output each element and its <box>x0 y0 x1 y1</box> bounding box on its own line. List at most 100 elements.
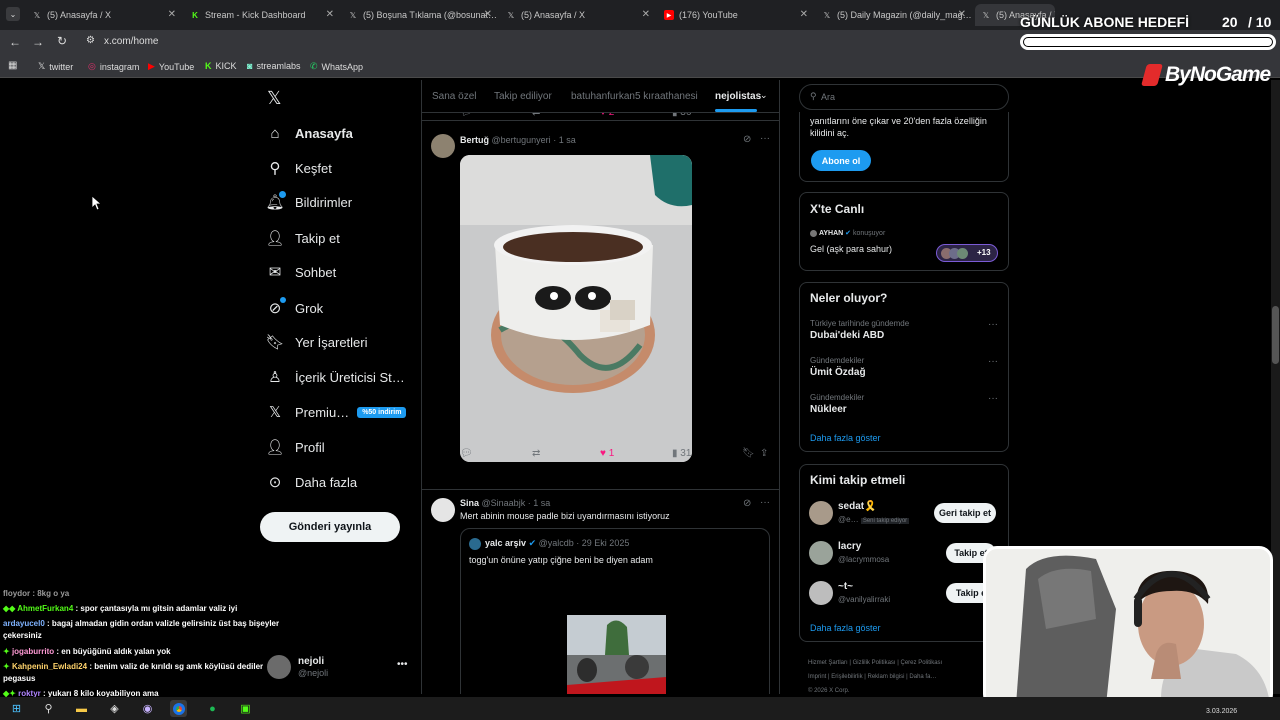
close-tab-icon[interactable]: ✕ <box>484 9 492 20</box>
footer-link[interactable]: Çerez Politikası <box>901 660 943 666</box>
browser-tab[interactable]: 𝕏 (5) Boşuna Tıklama (@bosunat… ✕ <box>342 4 498 26</box>
live-topic[interactable]: Gel (aşk para sahur) <box>810 244 892 254</box>
nav-item-premium[interactable]: 𝕏 Premiu… %50 indirim <box>266 400 407 424</box>
tab-nejolistas[interactable]: nejolistas <box>715 91 761 102</box>
site-info-icon[interactable]: ⚙ <box>86 35 95 46</box>
bookmark-whatsapp[interactable]: ✆ WhatsApp <box>310 61 363 72</box>
tab-following[interactable]: Takip ediliyor <box>494 91 552 102</box>
footer-link[interactable]: Erişilebilirlik <box>831 674 862 680</box>
spotify-icon[interactable]: ● <box>204 700 221 717</box>
tab-search-button[interactable]: ⌄ <box>6 7 20 21</box>
bookmark-icon[interactable]: 🔖︎ <box>742 448 755 459</box>
nav-item-grok[interactable]: ⊘ Grok <box>266 296 323 320</box>
like-button[interactable]: ♥ 1 <box>600 448 614 459</box>
reply-icon[interactable]: 💬︎ <box>460 448 473 459</box>
kick-app-icon[interactable]: ▣ <box>237 700 254 717</box>
browser-tab[interactable]: 𝕏 (5) Anasayfa / X ✕ <box>26 4 182 26</box>
trend-item[interactable]: Gündemdekiler Nükleer ··· <box>800 391 1008 423</box>
app-icon[interactable]: ◈ <box>106 700 123 717</box>
trends-show-more[interactable]: Daha fazla göster <box>810 433 881 443</box>
nav-item-more[interactable]: ⊙ Daha fazla <box>266 470 357 494</box>
bookmark-streamlabs[interactable]: ◙ streamlabs <box>247 61 300 71</box>
footer-link[interactable]: Reklam bilgisi <box>868 674 905 680</box>
post-sina[interactable]: Sina @Sinaabjk · 1 sa ⊘ ··· Mert abinin … <box>422 490 779 694</box>
nav-item-creator-studio[interactable]: ♙ İçerik Üreticisi St… <box>266 365 405 389</box>
footer-link[interactable]: Gizlilik Politikası <box>853 660 896 666</box>
follow-suggestion[interactable]: ~t~ @vanilyalirraki Takip e <box>800 579 1008 611</box>
apps-grid-icon[interactable]: ▦ <box>8 60 17 71</box>
discord-icon[interactable]: ◉ <box>139 700 156 717</box>
close-tab-icon[interactable]: ✕ <box>168 9 176 20</box>
bookmark-youtube[interactable]: ▶ YouTube <box>148 61 194 72</box>
search-box[interactable]: ⚲ Ara <box>799 84 1009 110</box>
close-tab-icon[interactable]: ✕ <box>958 9 966 20</box>
nav-item-explore[interactable]: ⚲ Keşfet <box>266 156 332 180</box>
share-icon[interactable]: ⇪ <box>760 448 768 459</box>
trend-item[interactable]: Gündemdekiler Ümit Özdağ ··· <box>800 354 1008 386</box>
x-logo-icon[interactable]: 𝕏 <box>267 88 282 109</box>
views-button[interactable]: ▮ 31 <box>672 448 691 459</box>
nav-item-home[interactable]: ⌂ Anasayfa <box>266 121 352 145</box>
avatar[interactable] <box>431 498 455 522</box>
bookmark-instagram[interactable]: ◎ instagram <box>88 61 139 72</box>
more-dots-icon[interactable]: ··· <box>988 356 998 367</box>
close-tab-icon[interactable]: ✕ <box>326 9 334 20</box>
search-icon[interactable]: ⚲ <box>40 700 57 717</box>
browser-tab[interactable]: 𝕏 (5) Anasayfa / X ✕ <box>500 4 656 26</box>
more-dots-icon[interactable]: ··· <box>760 133 770 144</box>
forward-arrow-icon[interactable]: → <box>32 35 44 49</box>
quote-video-thumbnail[interactable] <box>567 615 666 694</box>
close-tab-icon[interactable]: ✕ <box>800 9 808 20</box>
reload-icon[interactable]: ↻ <box>57 34 67 48</box>
live-listeners[interactable]: +13 <box>936 244 998 262</box>
chevron-down-icon[interactable]: ⌄ <box>760 90 768 101</box>
trend-item[interactable]: Türkiye tarihinde gündemde Dubai'deki AB… <box>800 317 1008 349</box>
nav-item-profile[interactable]: 👤︎ Profil <box>265 435 324 459</box>
more-dots-icon[interactable]: ··· <box>760 497 770 508</box>
follow-suggestion[interactable]: lacry @lacrymmosa Takip et <box>800 539 1008 571</box>
windows-start-icon[interactable]: ⊞ <box>8 700 25 717</box>
close-tab-icon[interactable]: ✕ <box>642 9 650 20</box>
chrome-icon[interactable] <box>170 700 187 717</box>
bookmark-twitter[interactable]: 𝕏twitter <box>38 61 73 72</box>
who-to-follow-show-more[interactable]: Daha fazla göster <box>810 623 881 633</box>
post-bertug[interactable]: Bertuğ @bertugunyeri · 1 sa ⊘ ··· 💬︎ ⇄ ♥… <box>422 122 779 490</box>
more-dots-icon[interactable]: ··· <box>988 319 998 330</box>
post-author[interactable]: Bertuğ <box>460 135 489 145</box>
repost-icon[interactable]: ⇄ <box>532 113 540 118</box>
avatar[interactable] <box>431 134 455 158</box>
premium-text: yanıtlarını öne çıkar ve 20'den fazla öz… <box>810 116 987 138</box>
reply-icon[interactable]: 💬︎ <box>460 113 473 118</box>
more-dots-icon[interactable]: ··· <box>988 393 998 404</box>
live-host[interactable]: AYHAN ✔ konuşuyor <box>810 229 885 237</box>
browser-tab[interactable]: 𝕏 (5) Daily Magazin (@daily_mag… ✕ <box>816 4 972 26</box>
post-button[interactable]: Gönderi yayınla <box>260 512 400 542</box>
grok-icon[interactable]: ⊘ <box>743 134 751 145</box>
post-photo[interactable] <box>460 155 692 462</box>
back-arrow-icon[interactable]: ← <box>9 35 21 49</box>
tab-for-you[interactable]: Sana özel <box>432 91 476 102</box>
follow-suggestion[interactable]: sedat🎗️ @e… Seni takip ediyor Geri takip… <box>800 499 1008 531</box>
bookmark-kick[interactable]: K KICK <box>205 61 237 71</box>
footer-link[interactable]: Hizmet Şartları <box>808 660 848 666</box>
nav-item-notifications[interactable]: 🔔︎ Bildirimler <box>265 190 352 214</box>
like-count[interactable]: ♥ 2 <box>600 113 614 118</box>
subscribe-button[interactable]: Abone ol <box>811 150 871 171</box>
footer-link[interactable]: Imprint <box>808 674 826 680</box>
tab-list[interactable]: batuhanfurkan5 kıraathanesi <box>571 91 698 102</box>
address-input[interactable]: x.com/home <box>104 36 158 47</box>
file-explorer-icon[interactable]: ▬ <box>73 700 90 717</box>
grok-icon[interactable]: ⊘ <box>743 498 751 509</box>
scrollbar-thumb[interactable] <box>1272 306 1279 364</box>
post-author[interactable]: Sina <box>460 498 479 508</box>
nav-item-chat[interactable]: ✉ Sohbet <box>266 260 337 284</box>
footer-link[interactable]: Daha fa… <box>909 674 936 680</box>
browser-tab[interactable]: ▶ (176) YouTube ✕ <box>658 4 814 26</box>
browser-tab[interactable]: K Stream - Kick Dashboard ✕ <box>184 4 340 26</box>
nav-item-bookmarks[interactable]: 🔖︎ Yer İşaretleri <box>265 330 367 354</box>
quoted-post[interactable]: yalc arşiv ✔ @yalcdb · 29 Eki 2025 togg'… <box>460 528 770 694</box>
follow-back-button[interactable]: Geri takip et <box>934 503 996 523</box>
account-switcher[interactable]: nejoli @nejoli ••• <box>266 655 416 681</box>
nav-item-follow[interactable]: 👤︎ Takip et <box>265 226 339 250</box>
repost-icon[interactable]: ⇄ <box>532 448 540 459</box>
